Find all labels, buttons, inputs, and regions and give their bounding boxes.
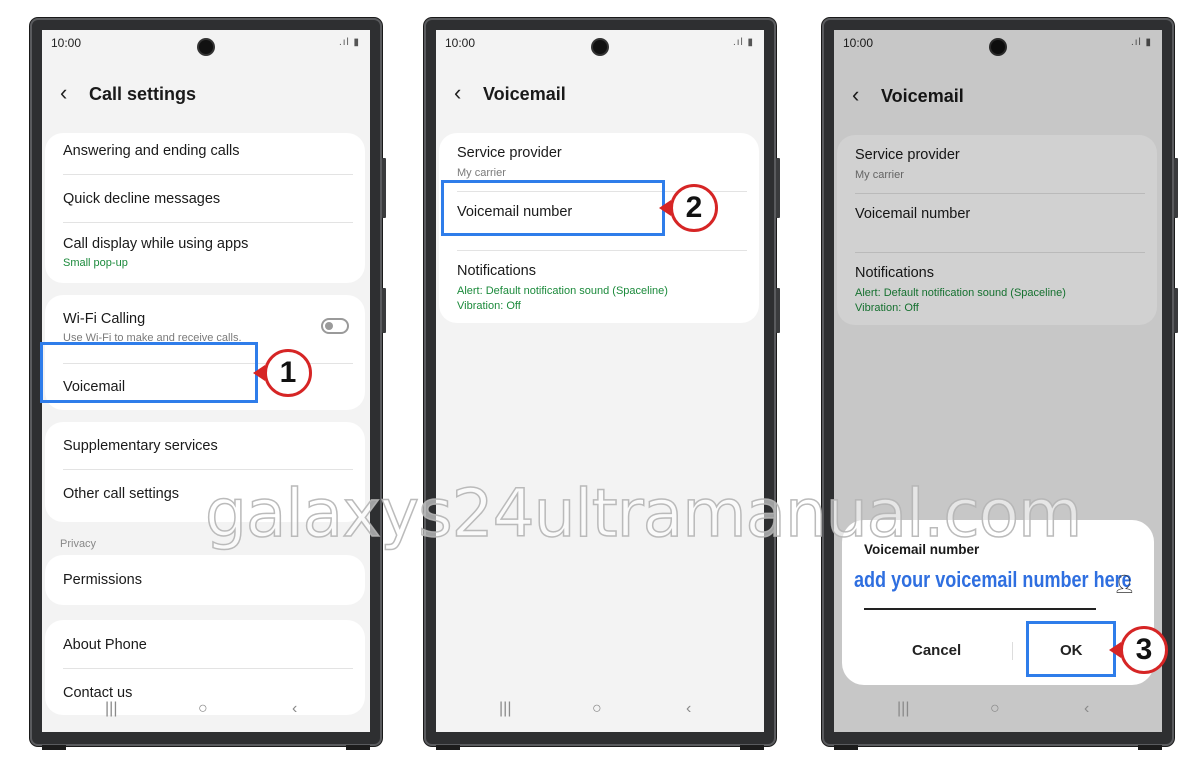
page-title: Call settings <box>89 84 197 104</box>
highlight-voicemail <box>40 342 258 403</box>
menu-item-quick-decline[interactable]: Quick decline messages <box>63 191 220 207</box>
menu-item-wifi-calling[interactable]: Wi-Fi Calling <box>63 311 145 327</box>
settings-card: Permissions <box>45 555 365 605</box>
divider <box>457 250 747 251</box>
highlight-voicemail-number <box>441 180 665 236</box>
back-nav-icon[interactable]: ‹ <box>686 700 691 718</box>
section-header-privacy: Privacy <box>60 538 97 550</box>
menu-item-answering[interactable]: Answering and ending calls <box>63 143 240 159</box>
camera-cutout <box>199 40 213 54</box>
recents-icon[interactable]: ||| <box>897 700 909 718</box>
recents-icon[interactable]: ||| <box>499 700 511 718</box>
phone-frame-2: 10:00 .ıl ▮ ‹ Voicemail Service provider… <box>424 18 780 750</box>
back-nav-icon[interactable]: ‹ <box>1084 700 1089 718</box>
menu-item-notifications-sub: Vibration: Off <box>457 300 521 312</box>
navigation-bar: ||| ○ ‹ <box>436 692 764 732</box>
button-divider <box>1012 642 1013 660</box>
menu-item-notifications-sub: Alert: Default notification sound (Space… <box>457 285 668 297</box>
menu-item-call-display[interactable]: Call display while using apps <box>63 236 248 252</box>
signal-battery-icon: .ıl ▮ <box>338 37 360 48</box>
highlight-ok-button <box>1026 621 1116 677</box>
input-underline <box>864 608 1096 610</box>
wifi-calling-toggle[interactable] <box>321 318 349 334</box>
side-button <box>776 288 780 333</box>
status-time: 10:00 <box>51 36 82 50</box>
voicemail-number-input[interactable]: add your voicemail number here <box>854 567 1132 593</box>
back-nav-icon[interactable]: ‹ <box>292 700 297 718</box>
divider <box>63 469 353 470</box>
navigation-bar: ||| ○ ‹ <box>834 692 1162 732</box>
navigation-bar: ||| ○ ‹ <box>42 692 370 732</box>
phone-foot <box>346 745 370 750</box>
status-time: 10:00 <box>445 36 476 50</box>
divider <box>63 222 353 223</box>
step-badge-1: 1 <box>253 349 312 397</box>
menu-item-permissions[interactable]: Permissions <box>63 572 142 588</box>
page-title: Voicemail <box>483 84 566 104</box>
phone-foot <box>1138 745 1162 750</box>
phone-foot <box>436 745 460 750</box>
settings-card: Supplementary services Other call settin… <box>45 422 365 522</box>
menu-item-service-provider-sub: My carrier <box>457 167 506 179</box>
screen-voicemail: 10:00 .ıl ▮ ‹ Voicemail Service provider… <box>436 30 764 732</box>
recents-icon[interactable]: ||| <box>105 700 117 718</box>
divider <box>63 668 353 669</box>
home-icon[interactable]: ○ <box>592 700 602 718</box>
settings-card: Answering and ending calls Quick decline… <box>45 133 365 283</box>
cancel-button[interactable]: Cancel <box>912 642 961 659</box>
side-button <box>776 158 780 218</box>
camera-cutout <box>593 40 607 54</box>
signal-battery-icon: .ıl ▮ <box>732 37 754 48</box>
dialog-title: Voicemail number <box>864 542 980 557</box>
step-arrow <box>1109 642 1121 658</box>
phone-foot <box>834 745 858 750</box>
menu-item-notifications[interactable]: Notifications <box>457 263 536 279</box>
phone-foot <box>42 745 66 750</box>
phone-foot <box>740 745 764 750</box>
home-icon[interactable]: ○ <box>990 700 1000 718</box>
back-arrow-icon[interactable]: ‹ <box>454 82 461 104</box>
menu-item-call-display-sub: Small pop-up <box>63 257 128 269</box>
step-arrow <box>253 365 265 381</box>
step-badge-2: 2 <box>659 184 718 232</box>
step-badge-3: 3 <box>1109 626 1168 674</box>
side-button <box>382 288 386 333</box>
menu-item-about-phone[interactable]: About Phone <box>63 637 147 653</box>
app-header: ‹ Voicemail <box>436 80 764 110</box>
divider <box>63 174 353 175</box>
home-icon[interactable]: ○ <box>198 700 208 718</box>
menu-item-supplementary[interactable]: Supplementary services <box>63 438 218 454</box>
menu-item-service-provider[interactable]: Service provider <box>457 145 562 161</box>
step-arrow <box>659 200 671 216</box>
side-button <box>382 158 386 218</box>
phone-frame-3: 10:00 .ıl ▮ ‹ Voicemail Service provider… <box>822 18 1178 750</box>
side-button <box>1174 158 1178 218</box>
menu-item-other-call-settings[interactable]: Other call settings <box>63 486 179 502</box>
app-header: ‹ Call settings <box>42 80 370 110</box>
side-button <box>1174 288 1178 333</box>
back-arrow-icon[interactable]: ‹ <box>60 82 67 104</box>
contact-person-icon[interactable]: 👤︎ <box>1113 574 1136 595</box>
